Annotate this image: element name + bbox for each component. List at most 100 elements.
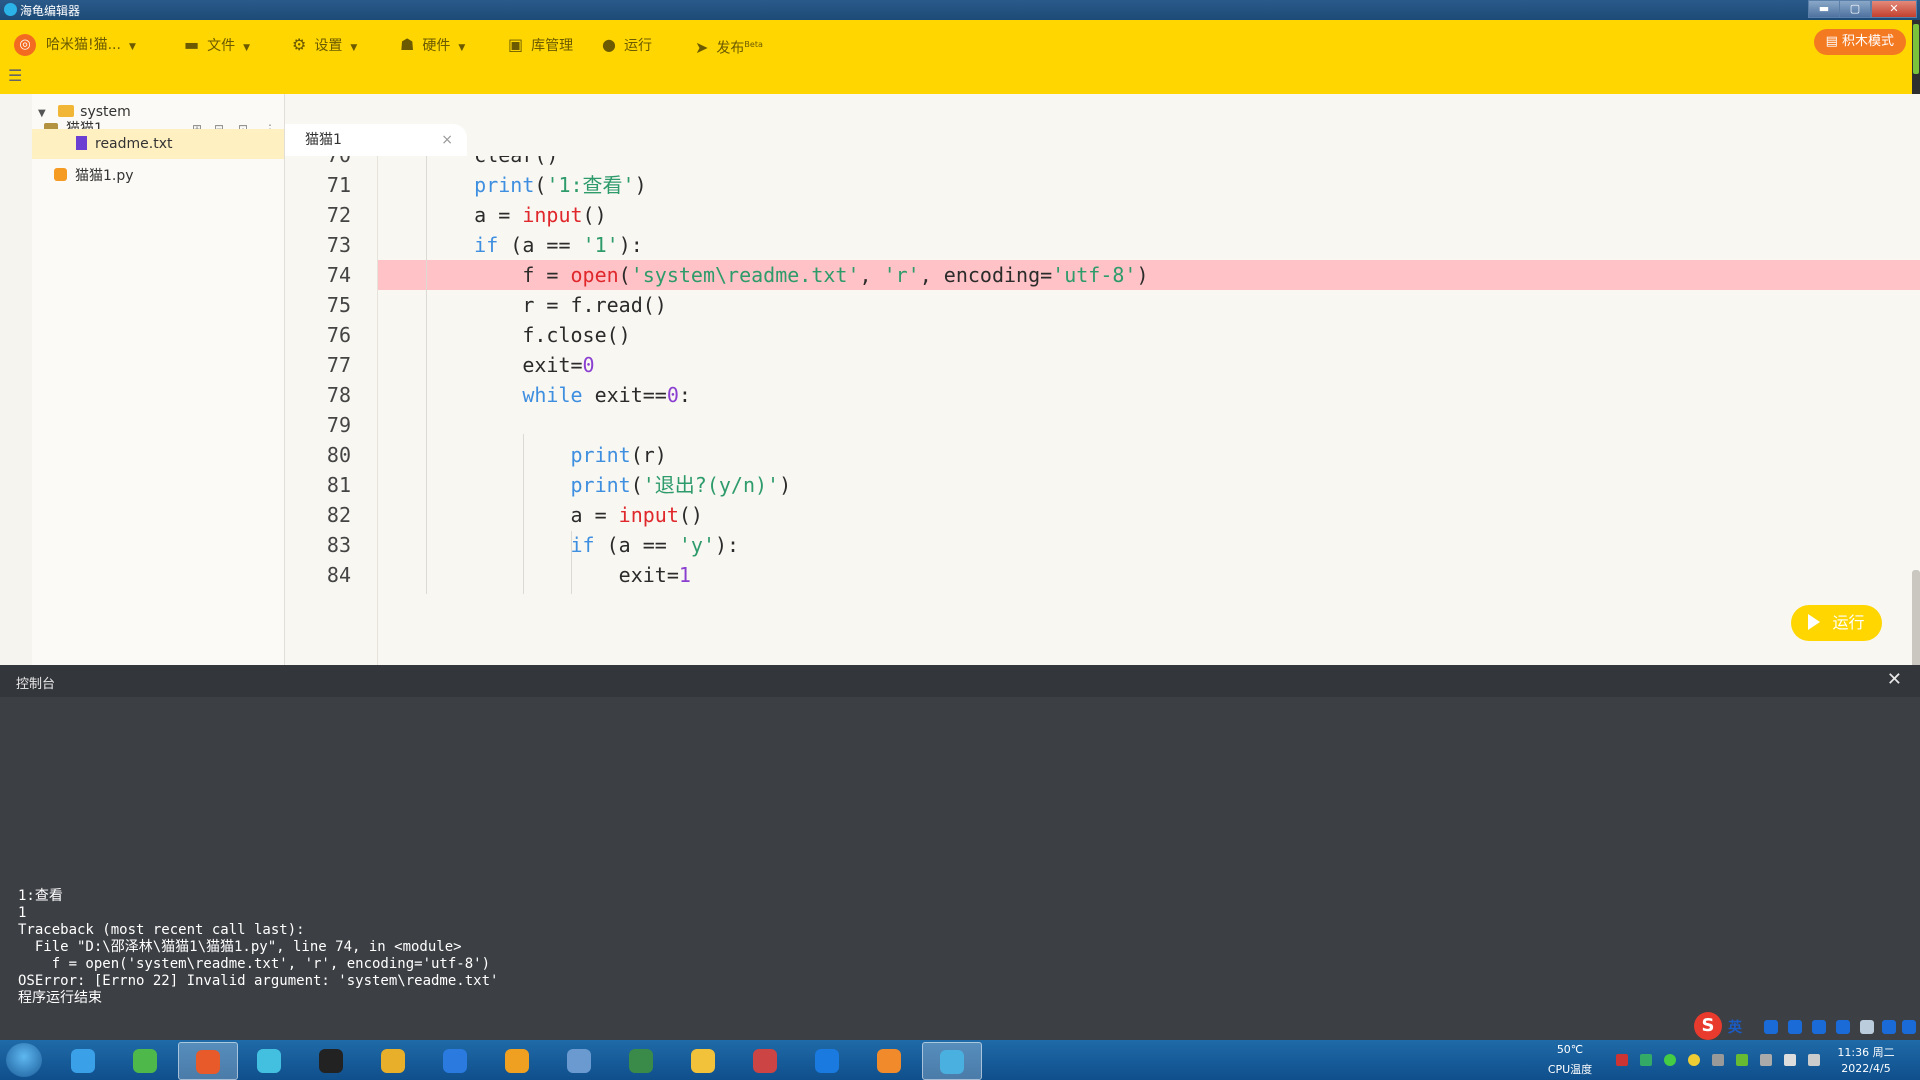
code-text: exit=0 bbox=[426, 353, 595, 377]
tool-icon[interactable] bbox=[736, 1042, 794, 1078]
code-line[interactable]: 76 f.close() bbox=[285, 320, 1920, 350]
line-number: 74 bbox=[326, 263, 351, 287]
code-line[interactable]: 80 print(r) bbox=[285, 440, 1920, 470]
tab-maomao1[interactable]: 猫猫1 × bbox=[285, 124, 467, 156]
chevron-down-icon: ▼ bbox=[128, 42, 136, 52]
hardware-menu[interactable]: ☗ 硬件 ▼ bbox=[400, 32, 465, 58]
line-number: 83 bbox=[326, 533, 351, 557]
editor-scrollbar[interactable] bbox=[1912, 570, 1920, 665]
network-glyph-icon bbox=[567, 1049, 591, 1073]
code-text: f.close() bbox=[426, 323, 631, 347]
minimize-button[interactable]: ▬ bbox=[1808, 0, 1840, 18]
shield-icon[interactable] bbox=[1736, 1054, 1748, 1066]
code-line[interactable]: 78 while exit==0: bbox=[285, 380, 1920, 410]
close-console-icon[interactable]: ✕ bbox=[1887, 669, 1902, 690]
network-tray-icon[interactable] bbox=[1808, 1054, 1820, 1066]
code-text: print('退出?(y/n)') bbox=[570, 473, 792, 497]
turtle-icon[interactable] bbox=[922, 1042, 982, 1080]
code-text: f = open('system\readme.txt', 'r', encod… bbox=[426, 263, 1149, 287]
browser-icon[interactable] bbox=[54, 1042, 112, 1078]
audio-icon[interactable] bbox=[860, 1042, 918, 1078]
volume-off-icon[interactable] bbox=[1760, 1054, 1772, 1066]
code-text: while exit==0: bbox=[522, 383, 691, 407]
tree-item-readme[interactable]: readme.txt bbox=[32, 129, 284, 159]
sogou-logo-icon[interactable]: S bbox=[1694, 1012, 1722, 1040]
user-menu[interactable]: ◎ 哈米猫!猫... ▼ bbox=[14, 32, 136, 58]
qq-tray-icon[interactable] bbox=[1712, 1054, 1724, 1066]
code-line[interactable]: 82 a = input() bbox=[285, 500, 1920, 530]
pen-icon[interactable] bbox=[1640, 1054, 1652, 1066]
line-number: 80 bbox=[326, 443, 351, 467]
library-button[interactable]: ▣ 库管理 bbox=[508, 32, 573, 58]
skin-icon[interactable] bbox=[1882, 1020, 1896, 1034]
chrome-icon[interactable] bbox=[364, 1042, 422, 1078]
text-file-icon bbox=[76, 136, 87, 150]
tree-item-system[interactable]: ▼ system bbox=[32, 97, 284, 127]
media-icon[interactable] bbox=[178, 1042, 238, 1080]
console-title: 控制台 bbox=[16, 677, 56, 692]
keyboard-icon[interactable] bbox=[1836, 1020, 1850, 1034]
file-menu[interactable]: ▬ 文件 ▼ bbox=[184, 32, 250, 58]
code-line[interactable]: 75 r = f.read() bbox=[285, 290, 1920, 320]
run-button[interactable]: 运行 bbox=[1791, 605, 1882, 641]
code-text: print('1:查看') bbox=[474, 173, 647, 197]
indent-guide bbox=[571, 531, 572, 594]
chevron-down-icon: ▼ bbox=[458, 43, 466, 53]
clock-date[interactable]: 2022/4/5 bbox=[1828, 1062, 1904, 1075]
maximize-button[interactable]: ▢ bbox=[1839, 0, 1871, 18]
user-icon[interactable] bbox=[1860, 1020, 1874, 1034]
ime-toolbar: S 英 bbox=[1694, 1012, 1920, 1040]
plus-icon[interactable] bbox=[1688, 1054, 1700, 1066]
folder-name: system bbox=[80, 104, 131, 120]
code-text: if (a == '1'): bbox=[474, 233, 643, 257]
explorer-icon[interactable] bbox=[674, 1042, 732, 1078]
code-editor[interactable]: 68 break69elif (a == '3'):70 clear()71 p… bbox=[285, 94, 1920, 665]
block-mode-button[interactable]: ▤ 积木模式 bbox=[1813, 29, 1906, 55]
close-tab-icon[interactable]: × bbox=[441, 124, 453, 156]
speaker-icon[interactable] bbox=[1784, 1054, 1796, 1066]
mic-icon[interactable] bbox=[1812, 1020, 1826, 1034]
code-line[interactable]: 84 exit=1 bbox=[285, 560, 1920, 590]
run-menu-button[interactable]: ● 运行 bbox=[602, 32, 652, 58]
audio-glyph-icon bbox=[877, 1049, 901, 1073]
code-line[interactable]: 72 a = input() bbox=[285, 200, 1920, 230]
code-line[interactable]: 71 print('1:查看') bbox=[285, 170, 1920, 200]
line-number: 82 bbox=[326, 503, 351, 527]
apps-icon[interactable] bbox=[426, 1042, 484, 1078]
ime-language[interactable]: 英 bbox=[1728, 1017, 1742, 1037]
code-line[interactable]: 79 bbox=[285, 410, 1920, 440]
windows-icon[interactable] bbox=[116, 1042, 174, 1078]
code-line[interactable]: 81 print('退出?(y/n)') bbox=[285, 470, 1920, 500]
close-window-button[interactable]: ✕ bbox=[1871, 0, 1917, 18]
k-icon[interactable] bbox=[798, 1042, 856, 1078]
code-line[interactable]: 83 if (a == 'y'): bbox=[285, 530, 1920, 560]
clock-time[interactable]: 11:36 周二 bbox=[1828, 1044, 1904, 1060]
code-text: exit=1 bbox=[426, 563, 691, 587]
publish-button[interactable]: ➤ 发布Beta bbox=[695, 32, 763, 58]
start-orb[interactable] bbox=[6, 1043, 42, 1077]
settings-menu[interactable]: ⚙ 设置 ▼ bbox=[292, 32, 357, 58]
tree-item-main-py[interactable]: 猫猫1.py bbox=[32, 161, 284, 191]
code-line[interactable]: 77 exit=0 bbox=[285, 350, 1920, 380]
browser2-icon[interactable] bbox=[488, 1042, 546, 1078]
qq-icon[interactable] bbox=[302, 1042, 360, 1078]
network-icon[interactable] bbox=[550, 1042, 608, 1078]
code-line[interactable]: 74 f = open('system\readme.txt', 'r', en… bbox=[285, 260, 1920, 290]
run-button-label: 运行 bbox=[1832, 613, 1865, 632]
beta-badge: Beta bbox=[744, 40, 763, 49]
window-title-bar: 海龟编辑器 ▬ ▢ ✕ bbox=[0, 0, 1920, 20]
block-icon: ▤ bbox=[1825, 34, 1842, 49]
flag-icon[interactable] bbox=[1616, 1054, 1628, 1066]
menu-toggle-icon[interactable]: ☰ bbox=[8, 66, 22, 85]
code-line[interactable]: 73 if (a == '1'): bbox=[285, 230, 1920, 260]
tool-glyph-icon bbox=[753, 1049, 777, 1073]
punctuation-icon[interactable] bbox=[1764, 1020, 1778, 1034]
grid-icon[interactable] bbox=[1902, 1020, 1916, 1034]
360-icon[interactable] bbox=[1664, 1054, 1676, 1066]
refresh-icon[interactable] bbox=[240, 1042, 298, 1078]
browser-glyph-icon bbox=[71, 1049, 95, 1073]
emoji-icon[interactable] bbox=[1788, 1020, 1802, 1034]
side-strip: ☰ bbox=[0, 66, 33, 665]
cpu-temp: 50℃ bbox=[1556, 1043, 1584, 1056]
terminal-icon[interactable] bbox=[612, 1042, 670, 1078]
